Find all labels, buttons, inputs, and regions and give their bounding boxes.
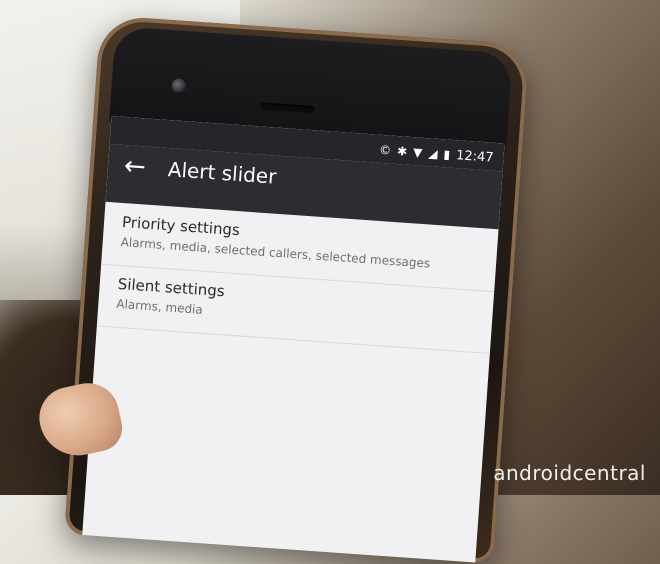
watermark-logo: androidcentral [493, 461, 646, 485]
signal-icon: ◢ [427, 146, 439, 161]
arrow-back-icon[interactable]: ← [123, 151, 147, 182]
list-item-title: Silent settings [117, 274, 226, 301]
copyright-icon: © [378, 142, 392, 158]
earpiece-speaker [260, 102, 315, 114]
phone-screen: © ✱ ▼ ◢ ▮ 12:47 ← Alert slider Priority … [82, 116, 505, 563]
status-time: 12:47 [455, 147, 495, 166]
battery-icon: ▮ [443, 147, 451, 162]
list-item-subtitle: Alarms, media [115, 296, 204, 317]
bluetooth-icon: ✱ [396, 144, 408, 159]
list-item-subtitle: Alarms, media, selected callers, selecte… [120, 234, 431, 271]
wifi-icon: ▼ [412, 145, 423, 160]
page-title: Alert slider [167, 157, 278, 189]
front-camera [171, 78, 187, 94]
phone-device: © ✱ ▼ ◢ ▮ 12:47 ← Alert slider Priority … [64, 15, 530, 564]
